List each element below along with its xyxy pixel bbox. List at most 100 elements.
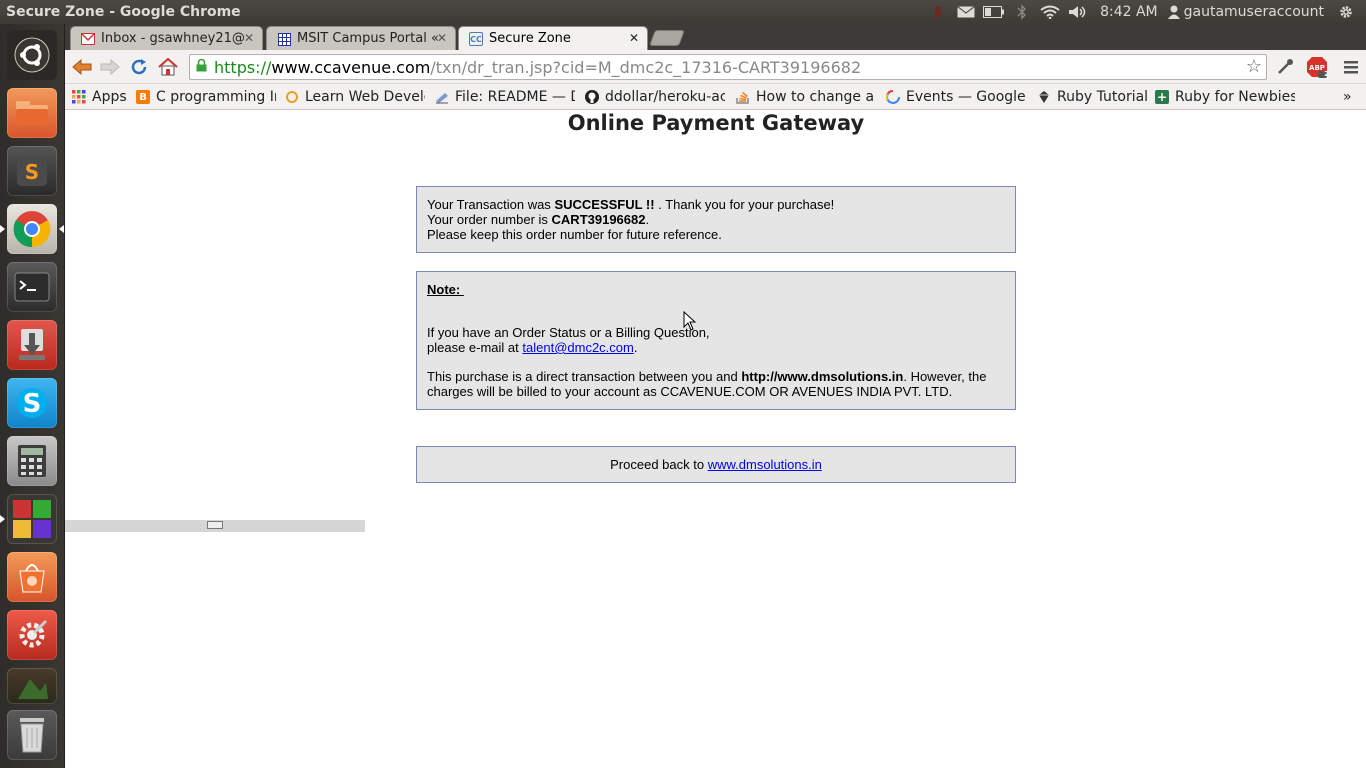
bookmark-star-icon[interactable]: ☆ — [1246, 56, 1262, 77]
note-box: Note: If you have an Order Status or a B… — [416, 271, 1016, 410]
plus-icon: + — [1155, 90, 1169, 104]
page-title: Online Payment Gateway — [567, 111, 865, 135]
mail-icon[interactable] — [952, 0, 980, 24]
order-number-line: Your order number is CART39196682. — [427, 212, 1005, 227]
close-icon[interactable]: ✕ — [437, 31, 447, 45]
system-settings-icon[interactable] — [7, 610, 57, 660]
close-icon[interactable]: ✕ — [244, 31, 254, 45]
trash-icon[interactable] — [7, 710, 57, 760]
bookmarks-bar: Apps B C programming Int Learn Web Devel… — [65, 84, 1366, 110]
reload-icon[interactable] — [128, 56, 150, 78]
cc-icon: CC — [469, 32, 483, 46]
ring-icon — [285, 90, 299, 104]
lock-icon[interactable] — [196, 58, 207, 76]
unity-launcher: S S — [0, 24, 65, 768]
frame-placeholder-icon — [207, 521, 223, 529]
volume-icon[interactable] — [1064, 0, 1092, 24]
skype-icon[interactable]: S — [7, 378, 57, 428]
mouse-cursor-icon — [683, 311, 696, 331]
bookmark-ruby-tutorial[interactable]: Ruby Tutorial — [1037, 88, 1152, 106]
wifi-icon[interactable] — [1036, 0, 1064, 24]
home-icon[interactable] — [157, 56, 179, 78]
workspace-indicator-icon — [0, 515, 5, 523]
bookmark-events-google[interactable]: Events — Google D — [886, 88, 1026, 106]
support-email-link[interactable]: talent@dmc2c.com — [522, 340, 633, 355]
user-icon[interactable] — [1166, 0, 1182, 24]
direct-transaction-paragraph: This purchase is a direct transaction be… — [427, 369, 1005, 399]
back-arrow-icon[interactable] — [71, 56, 93, 78]
window-title: Secure Zone - Google Chrome — [6, 4, 241, 20]
browser-toolbar: https://www.ccavenue.com/txn/dr_tran.jsp… — [65, 50, 1366, 84]
transaction-text: This purchase is a direct transaction be… — [427, 369, 742, 384]
order-number-period: . — [645, 212, 650, 227]
merchant-link[interactable]: www.dmsolutions.in — [708, 457, 822, 472]
ubuntu-dash-icon[interactable] — [7, 30, 57, 80]
files-folder-icon[interactable] — [7, 88, 57, 138]
workspace-switcher-icon[interactable] — [7, 494, 57, 544]
calculator-icon[interactable] — [7, 436, 57, 486]
adblock-badge: 2 — [1324, 70, 1329, 78]
chrome-browser-icon[interactable] — [7, 204, 57, 254]
bookmark-learn-web-develop[interactable]: Learn Web Develo — [285, 88, 425, 106]
svg-text:S: S — [23, 389, 42, 419]
eyedropper-extension-icon[interactable] — [1274, 56, 1296, 78]
username[interactable]: gautamuseraccount — [1182, 4, 1332, 20]
sublime-text-icon[interactable]: S — [7, 146, 57, 196]
success-line: Your Transaction was SUCCESSFUL !! . Tha… — [427, 197, 1005, 212]
bookmark-apps[interactable]: Apps — [72, 88, 130, 106]
hidden-app-icon[interactable] — [7, 668, 57, 704]
order-number-label: Your order number is — [427, 212, 552, 227]
blogger-icon: B — [136, 90, 150, 104]
bookmark-ruby-for-newbies[interactable]: + Ruby for Newbies: — [1155, 88, 1295, 106]
url-path: /txn/dr_tran.jsp?cid=M_dmc2c_17316-CART3… — [430, 57, 862, 77]
software-center-icon[interactable] — [7, 552, 57, 602]
gmail-icon — [81, 32, 95, 46]
tab-label: Inbox - gsawhney21@ — [101, 31, 245, 46]
forward-arrow-icon[interactable] — [99, 56, 121, 78]
github-icon — [585, 90, 599, 104]
address-bar[interactable]: https://www.ccavenue.com/txn/dr_tran.jsp… — [189, 54, 1267, 80]
bookmark-label: ddollar/heroku-acc — [605, 89, 725, 105]
bookmark-label: Apps — [92, 89, 127, 105]
bookmark-label: How to change a G — [756, 89, 876, 105]
chrome-menu-icon[interactable] — [1340, 56, 1362, 78]
bookmark-label: File: README — D — [455, 89, 575, 105]
bookmark-how-to-change[interactable]: How to change a G — [736, 88, 876, 106]
ruby-icon — [1037, 90, 1051, 104]
grid-icon — [277, 32, 291, 46]
svg-text:S: S — [25, 160, 39, 184]
bookmark-file-readme[interactable]: File: README — D — [435, 88, 575, 106]
recording-indicator-icon[interactable] — [924, 0, 952, 24]
adblock-plus-icon[interactable]: ABP 2 — [1306, 56, 1329, 78]
terminal-icon[interactable] — [7, 262, 57, 312]
tab-msit-campus-portal[interactable]: MSIT Campus Portal « ✕ — [266, 26, 456, 50]
email-label: please e-mail at — [427, 340, 523, 355]
bookmark-label: Ruby for Newbies: — [1175, 89, 1295, 105]
bluetooth-icon[interactable] — [1008, 0, 1036, 24]
transaction-success-box: Your Transaction was SUCCESSFUL !! . Tha… — [416, 186, 1016, 253]
bookmark-label: Learn Web Develo — [305, 89, 425, 105]
proceed-text: Proceed back to — [610, 457, 708, 472]
bookmarks-overflow-chevron-icon[interactable]: » — [1343, 88, 1357, 106]
tab-inbox[interactable]: Inbox - gsawhney21@ ✕ — [70, 26, 263, 50]
bookmark-ddollar-heroku[interactable]: ddollar/heroku-acc — [585, 88, 725, 106]
url-host: www.ccavenue.com — [271, 57, 431, 77]
apps-grid-icon — [72, 90, 86, 104]
installer-icon[interactable] — [7, 320, 57, 370]
doc-icon — [435, 90, 449, 104]
tab-secure-zone[interactable]: CC Secure Zone ✕ — [458, 26, 648, 50]
tab-strip: Inbox - gsawhney21@ ✕ MSIT Campus Portal… — [65, 24, 1366, 50]
url-scheme: https:// — [214, 57, 272, 77]
proceed-box: Proceed back to www.dmsolutions.in — [416, 446, 1016, 483]
clock[interactable]: 8:42 AM — [1092, 4, 1166, 20]
active-app-indicator-icon — [0, 225, 5, 233]
email-period: . — [633, 340, 638, 355]
battery-icon[interactable] — [980, 0, 1008, 24]
new-tab-button[interactable] — [649, 30, 685, 46]
bookmark-c-programming[interactable]: B C programming Int — [136, 88, 276, 106]
success-thanks-text: . Thank you for your purchase! — [654, 197, 835, 212]
settings-gear-icon[interactable] — [1332, 0, 1360, 24]
system-tray: 8:42 AM gautamuseraccount — [924, 0, 1360, 24]
close-icon[interactable]: ✕ — [629, 31, 639, 45]
billing-question-line: If you have an Order Status or a Billing… — [427, 325, 710, 340]
